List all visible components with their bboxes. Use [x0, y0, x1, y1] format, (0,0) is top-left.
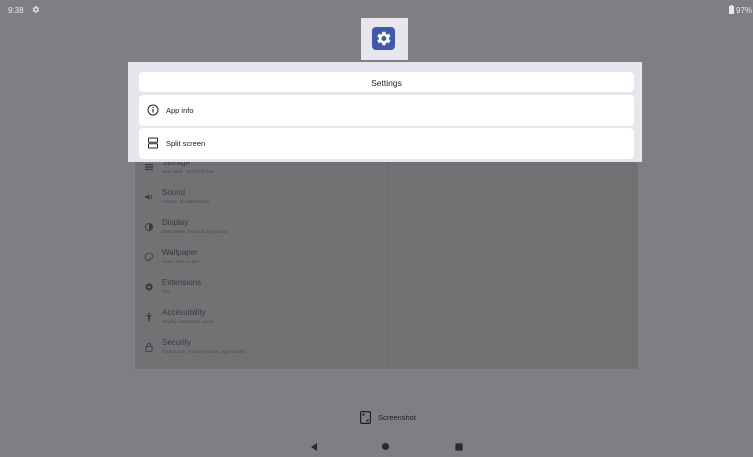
- status-bar: 9:38 97%: [0, 0, 753, 18]
- settings-gear-icon: [32, 6, 40, 13]
- app-info-menu-item[interactable]: App info: [139, 95, 634, 126]
- info-icon: [147, 104, 159, 116]
- gear-icon: [377, 31, 391, 46]
- settings-item-extensions[interactable]: Extensions Pen: [135, 276, 388, 304]
- menu-item-label: App info: [166, 106, 194, 115]
- settings-item-wallpaper[interactable]: Wallpaper Home, lock screen: [135, 246, 388, 274]
- menu-title: Settings: [371, 78, 402, 88]
- battery-icon: [729, 5, 734, 14]
- settings-item-subtitle: Home, lock screen: [162, 259, 200, 264]
- screenshot-label: Screenshot: [378, 413, 416, 422]
- settings-item-display[interactable]: Display Dark theme, font size, brightnes…: [135, 216, 388, 244]
- split-screen-icon: [148, 137, 158, 149]
- storage-icon: [145, 164, 153, 171]
- settings-item-title: Accessibility: [162, 308, 206, 317]
- screenshot-icon: [360, 411, 371, 424]
- settings-item-subtitle: Screen lock, Find My Device, app securit…: [162, 349, 246, 354]
- settings-item-sound[interactable]: Sound Volume, Do Not Disturb: [135, 186, 388, 214]
- battery-percentage: 97%: [736, 6, 753, 15]
- home-icon[interactable]: [381, 442, 390, 451]
- recents-icon[interactable]: [455, 443, 463, 451]
- status-time: 9:38: [8, 6, 24, 15]
- settings-item-subtitle: Volume, Do Not Disturb: [162, 199, 210, 204]
- settings-item-title: Security: [162, 338, 191, 347]
- sound-icon: [145, 194, 153, 200]
- back-icon[interactable]: [309, 442, 319, 452]
- extensions-icon: [145, 283, 153, 291]
- settings-item-security[interactable]: Security Screen lock, Find My Device, ap…: [135, 336, 388, 364]
- settings-item-title: Sound: [162, 188, 186, 197]
- settings-item-title: Extensions: [162, 278, 202, 287]
- screenshot-button[interactable]: Screenshot: [356, 410, 436, 426]
- settings-item-subtitle: Dark theme, font size, brightness: [162, 229, 228, 234]
- settings-item-title: Wallpaper: [162, 248, 198, 257]
- display-icon: [144, 222, 154, 232]
- settings-app-icon[interactable]: [372, 27, 395, 50]
- split-screen-menu-item[interactable]: Split screen: [139, 128, 634, 159]
- menu-item-label: Split screen: [166, 139, 206, 148]
- settings-item-accessibility[interactable]: Accessibility Display, interaction, audi…: [135, 306, 388, 334]
- accessibility-icon: [145, 312, 153, 322]
- lock-icon: [145, 343, 153, 352]
- settings-item-subtitle: Pen: [162, 289, 171, 294]
- settings-item-subtitle: Display, interaction, audio: [162, 319, 214, 324]
- settings-item-title: Display: [162, 218, 189, 227]
- wallpaper-icon: [144, 252, 154, 262]
- menu-title-row: Settings: [139, 72, 634, 92]
- pane-divider: [388, 158, 389, 369]
- settings-item-subtitle: 44% used · 35.92 GB free: [162, 169, 215, 174]
